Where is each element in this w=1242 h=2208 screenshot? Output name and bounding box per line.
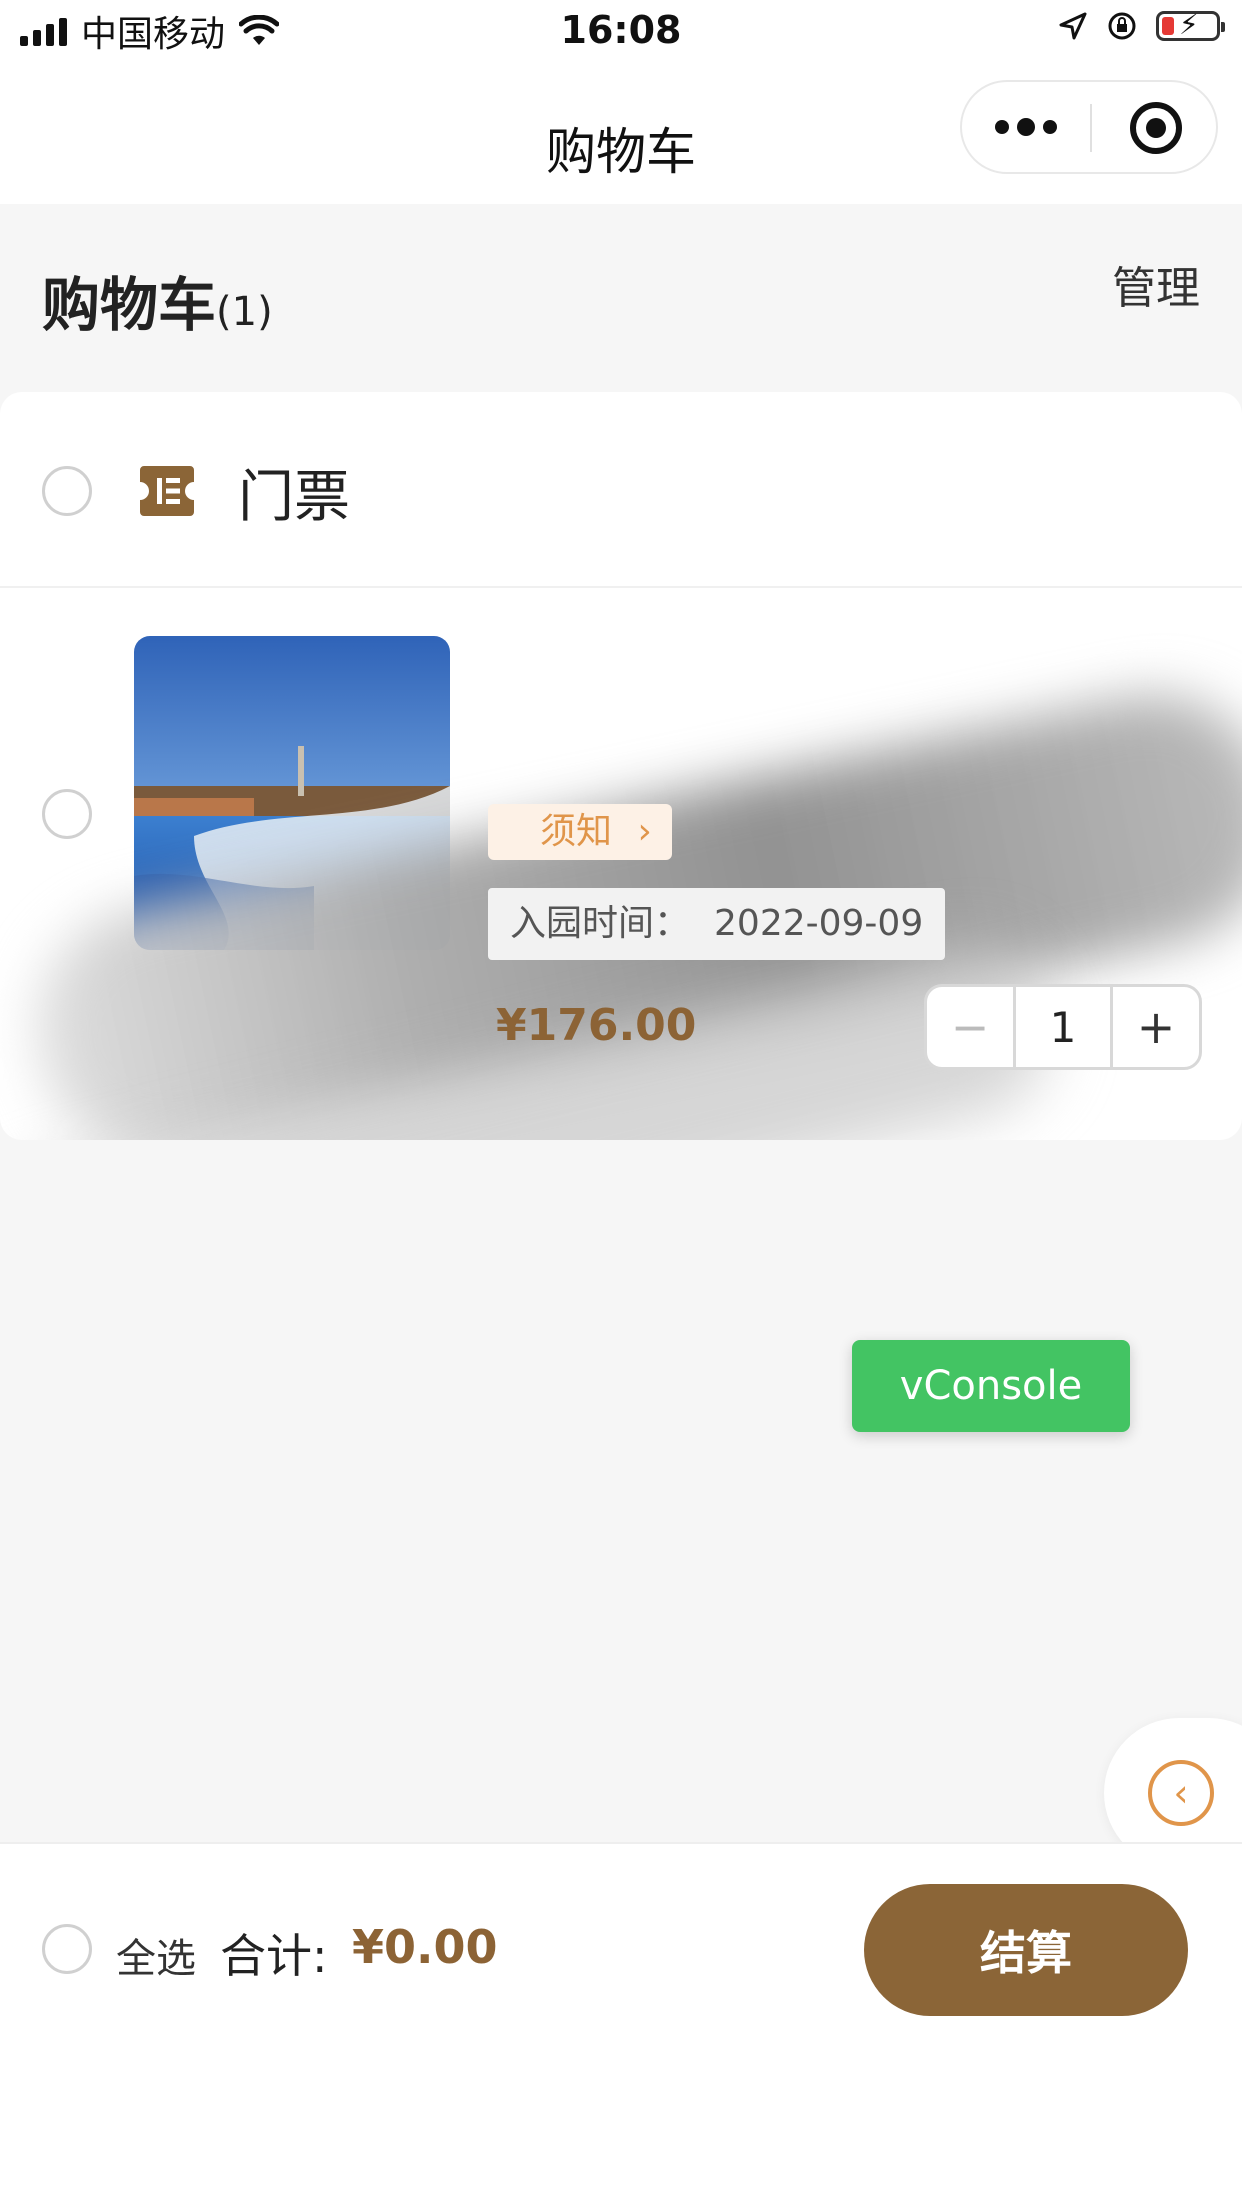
manage-button[interactable]: 管理	[1112, 252, 1200, 316]
mini-program-capsule	[960, 80, 1218, 174]
location-icon	[1059, 12, 1087, 40]
capsule-divider	[1090, 104, 1092, 152]
status-right: ⚡	[1058, 10, 1225, 42]
page-title-text: 购物车	[42, 271, 217, 339]
notice-label: 须知	[540, 811, 613, 852]
notice-link[interactable]: 须知 ›	[488, 804, 672, 860]
total-label: 合计:	[220, 1929, 328, 1983]
checkout-button[interactable]: 结算	[864, 1884, 1188, 2016]
total-value: ¥0.00	[352, 1920, 498, 1974]
shop-name: 门票	[238, 465, 350, 530]
more-dots-icon[interactable]	[962, 82, 1090, 172]
visit-date-label: 入园时间：	[510, 903, 691, 944]
chevron-left-icon: ‹	[1148, 1760, 1214, 1826]
quantity-value[interactable]: 1	[1016, 987, 1113, 1067]
quantity-stepper: − 1 +	[924, 984, 1202, 1070]
shop-select-radio[interactable]	[42, 466, 92, 516]
status-bar: 中国移动 16:08 ⚡	[0, 0, 1242, 62]
visit-date-tag: 入园时间： 2022-09-09	[488, 888, 946, 960]
select-all-radio[interactable]	[42, 1924, 92, 1974]
vconsole-button[interactable]: vConsole	[852, 1340, 1130, 1432]
orientation-lock-icon	[1108, 12, 1136, 40]
status-time: 16:08	[560, 8, 682, 52]
chevron-right-icon: ›	[637, 811, 652, 852]
target-close-icon[interactable]	[1130, 102, 1182, 154]
select-all-label[interactable]: 全选	[116, 1926, 196, 1984]
cart-count: (1)	[216, 289, 273, 335]
visit-date-value: 2022-09-09	[714, 903, 924, 944]
item-price: ¥176.00	[496, 1000, 697, 1051]
nav-bar: 购物车	[0, 62, 1242, 204]
item-select-radio[interactable]	[42, 789, 92, 839]
increase-button[interactable]: +	[1113, 987, 1199, 1067]
ticket-icon	[140, 466, 194, 516]
decrease-button[interactable]: −	[927, 987, 1016, 1067]
battery-charging-icon: ⚡	[1156, 10, 1225, 41]
page-title: 购物车(1)	[42, 258, 273, 342]
divider	[0, 586, 1242, 588]
checkout-bar: 全选 合计: ¥0.00 结算	[0, 1842, 1242, 2208]
